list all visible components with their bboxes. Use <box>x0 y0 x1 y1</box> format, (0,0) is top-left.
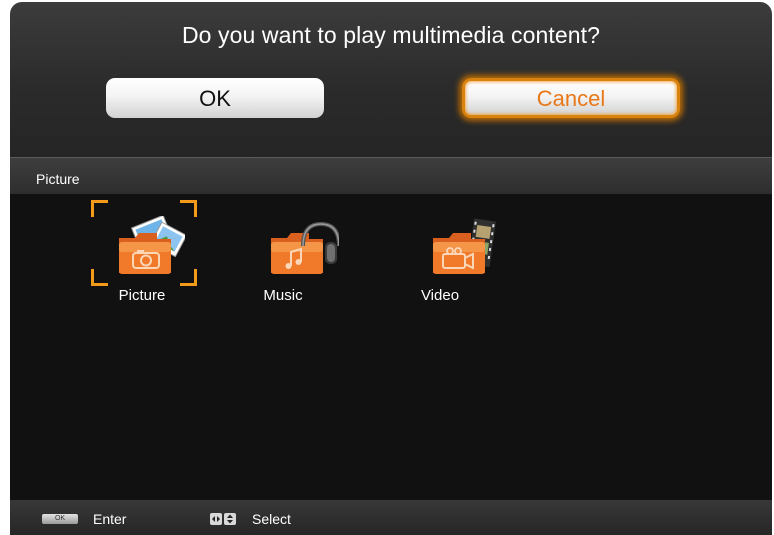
dialog-question: Do you want to play multimedia content? <box>181 22 601 48</box>
selection-corner <box>91 200 108 217</box>
ok-button[interactable]: OK <box>106 78 324 118</box>
music-folder-icon <box>269 216 341 276</box>
screen: Do you want to play multimedia content? … <box>0 0 774 535</box>
media-item-video[interactable]: Video <box>403 200 513 306</box>
picture-folder-icon <box>115 214 188 276</box>
media-item-label: Music <box>263 287 303 304</box>
confirm-dialog: Do you want to play multimedia content? … <box>10 2 772 157</box>
ok-key-icon: OK <box>42 514 78 524</box>
media-item-picture[interactable]: Picture <box>87 200 197 306</box>
footer-hints: OK Enter Select <box>10 500 772 535</box>
cancel-button[interactable]: Cancel <box>462 78 680 118</box>
select-hint: Select <box>252 511 291 527</box>
panel-title: Picture <box>36 171 80 187</box>
media-item-label: Video <box>420 287 460 304</box>
media-item-music[interactable]: Music <box>241 200 351 306</box>
enter-hint: Enter <box>93 511 127 527</box>
arrow-keys-icon <box>210 512 238 525</box>
video-folder-icon <box>431 216 501 276</box>
media-panel: Picture Picture Music Video OK Enter Sel… <box>10 157 772 535</box>
selection-corner <box>180 200 197 217</box>
panel-header: Picture <box>10 157 772 194</box>
media-item-label: Picture <box>118 287 166 304</box>
selection-corner <box>91 269 108 286</box>
